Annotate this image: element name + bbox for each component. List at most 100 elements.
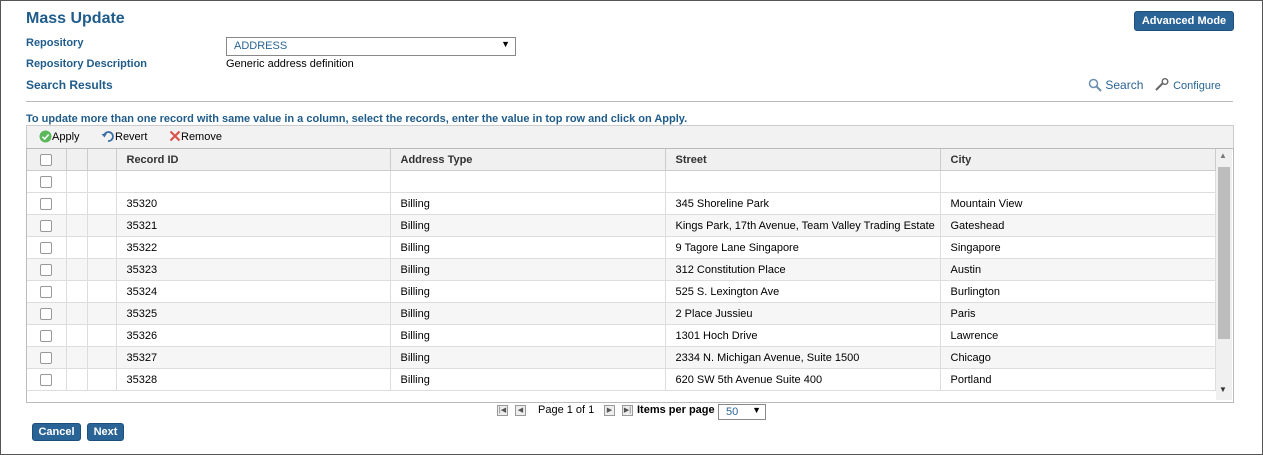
bulk-edit-cell[interactable] bbox=[390, 170, 666, 193]
city-cell[interactable]: Chicago bbox=[940, 346, 1216, 369]
city-cell[interactable]: Austin bbox=[940, 258, 1216, 281]
column-header-address-type[interactable]: Address Type bbox=[390, 149, 666, 171]
next-button[interactable]: Next bbox=[87, 423, 124, 441]
last-page-icon[interactable]: ▶| bbox=[622, 405, 633, 416]
street-cell[interactable]: 525 S. Lexington Ave bbox=[665, 280, 941, 303]
search-link[interactable]: Search bbox=[1088, 78, 1143, 92]
advanced-mode-button[interactable]: Advanced Mode bbox=[1134, 11, 1234, 31]
record-id-cell[interactable]: 35324 bbox=[116, 280, 391, 303]
chevron-down-icon: ▼ bbox=[501, 39, 510, 49]
record-id-cell[interactable]: 35320 bbox=[116, 192, 391, 215]
table-row[interactable]: 35325 Billing 2 Place Jussieu Paris bbox=[27, 302, 1216, 325]
column-header-street[interactable]: Street bbox=[665, 149, 941, 171]
row-checkbox[interactable] bbox=[40, 329, 53, 342]
repository-description-label: Repository Description bbox=[26, 58, 148, 70]
record-id-cell[interactable]: 35328 bbox=[116, 368, 391, 391]
table-row[interactable]: 35323 Billing 312 Constitution Place Austin bbox=[27, 258, 1216, 281]
address-type-cell[interactable]: Billing bbox=[390, 280, 666, 303]
street-cell[interactable]: 345 Shoreline Park bbox=[665, 192, 941, 215]
scroll-down-icon[interactable]: ▼ bbox=[1219, 385, 1227, 394]
items-per-page-select[interactable]: 50 ▼ bbox=[718, 404, 766, 420]
record-id-cell[interactable]: 35323 bbox=[116, 258, 391, 281]
repository-description-value: Generic address definition bbox=[226, 58, 354, 70]
search-results-title: Search Results bbox=[26, 78, 113, 92]
city-cell[interactable]: Portland bbox=[940, 368, 1216, 391]
table-row[interactable]: 35327 Billing 2334 N. Michigan Avenue, Sui… bbox=[27, 346, 1216, 369]
city-cell[interactable]: Singapore bbox=[940, 236, 1216, 259]
table-row[interactable]: 35326 Billing 1301 Hoch Drive Lawrence bbox=[27, 324, 1216, 347]
city-cell[interactable]: Gateshead bbox=[940, 214, 1216, 237]
instruction-text: To update more than one record with same… bbox=[26, 113, 688, 125]
select-all-cell bbox=[27, 149, 67, 171]
street-cell[interactable]: 2334 N. Michigan Avenue, Suite 1500 bbox=[665, 346, 941, 369]
address-type-cell[interactable]: Billing bbox=[390, 368, 666, 391]
record-id-cell[interactable]: 35321 bbox=[116, 214, 391, 237]
configure-label: Configure bbox=[1173, 80, 1221, 92]
prev-page-icon[interactable]: ◀ bbox=[515, 405, 526, 416]
scrollbar-thumb[interactable] bbox=[1218, 167, 1230, 339]
repository-select[interactable]: ADDRESS ▼ bbox=[226, 37, 516, 56]
record-id-cell[interactable]: 35325 bbox=[116, 302, 391, 325]
bulk-edit-cell[interactable] bbox=[665, 170, 941, 193]
address-type-cell[interactable]: Billing bbox=[390, 324, 666, 347]
repository-label: Repository bbox=[26, 37, 84, 49]
row-checkbox[interactable] bbox=[40, 285, 53, 298]
street-cell[interactable]: 1301 Hoch Drive bbox=[665, 324, 941, 347]
column-header-record-id[interactable]: Record ID bbox=[116, 149, 391, 171]
address-type-cell[interactable]: Billing bbox=[390, 346, 666, 369]
table-row[interactable]: 35320 Billing 345 Shoreline Park Mountain V… bbox=[27, 192, 1216, 215]
first-page-icon[interactable]: |◀ bbox=[497, 405, 508, 416]
row-checkbox[interactable] bbox=[40, 373, 53, 386]
results-grid: Record ID Address Type Street City 35320… bbox=[26, 148, 1234, 403]
remove-label: Remove bbox=[181, 131, 222, 143]
remove-icon bbox=[169, 130, 181, 142]
remove-button[interactable]: Remove bbox=[169, 130, 222, 143]
address-type-cell[interactable]: Billing bbox=[390, 258, 666, 281]
select-all-checkbox[interactable] bbox=[40, 153, 53, 166]
bulk-edit-cell[interactable] bbox=[940, 170, 1216, 193]
cancel-button[interactable]: Cancel bbox=[32, 423, 81, 441]
record-id-cell[interactable]: 35327 bbox=[116, 346, 391, 369]
table-row[interactable]: 35321 Billing Kings Park, 17th Avenue, Tea… bbox=[27, 214, 1216, 237]
street-cell[interactable]: 312 Constitution Place bbox=[665, 258, 941, 281]
city-cell[interactable]: Paris bbox=[940, 302, 1216, 325]
revert-button[interactable]: Revert bbox=[101, 130, 147, 143]
apply-button[interactable]: Apply bbox=[39, 130, 80, 143]
bulk-edit-row bbox=[27, 170, 1216, 193]
city-cell[interactable]: Burlington bbox=[940, 280, 1216, 303]
revert-label: Revert bbox=[115, 131, 148, 143]
row-checkbox[interactable] bbox=[40, 241, 53, 254]
street-cell[interactable]: 9 Tagore Lane Singapore bbox=[665, 236, 941, 259]
row-checkbox[interactable] bbox=[40, 307, 53, 320]
wrench-icon bbox=[1155, 78, 1169, 91]
row-checkbox[interactable] bbox=[40, 197, 53, 210]
address-type-cell[interactable]: Billing bbox=[390, 214, 666, 237]
page-text: Page 1 of 1 bbox=[538, 404, 595, 416]
address-type-cell[interactable]: Billing bbox=[390, 192, 666, 215]
record-id-cell[interactable]: 35322 bbox=[116, 236, 391, 259]
city-cell[interactable]: Mountain View bbox=[940, 192, 1216, 215]
grid-scrollbar[interactable]: ▲ ▼ bbox=[1216, 149, 1232, 400]
next-page-icon[interactable]: ▶ bbox=[604, 405, 615, 416]
results-table: Record ID Address Type Street City 35320… bbox=[27, 149, 1216, 391]
address-type-cell[interactable]: Billing bbox=[390, 302, 666, 325]
scroll-up-icon[interactable]: ▲ bbox=[1219, 151, 1227, 160]
column-header-city[interactable]: City bbox=[940, 149, 1216, 171]
city-cell[interactable]: Lawrence bbox=[940, 324, 1216, 347]
undo-icon bbox=[101, 131, 114, 142]
row-checkbox[interactable] bbox=[40, 175, 53, 188]
configure-link[interactable]: Configure bbox=[1154, 78, 1221, 92]
street-cell[interactable]: 2 Place Jussieu bbox=[665, 302, 941, 325]
row-checkbox[interactable] bbox=[40, 219, 53, 232]
table-row[interactable]: 35322 Billing 9 Tagore Lane Singapore Singa… bbox=[27, 236, 1216, 259]
table-row[interactable]: 35328 Billing 620 SW 5th Avenue Suite 400 P… bbox=[27, 368, 1216, 391]
record-id-cell[interactable]: 35326 bbox=[116, 324, 391, 347]
street-cell[interactable]: 620 SW 5th Avenue Suite 400 bbox=[665, 368, 941, 391]
table-row[interactable]: 35324 Billing 525 S. Lexington Ave Burlingt… bbox=[27, 280, 1216, 303]
street-cell[interactable]: Kings Park, 17th Avenue, Team Valley Tra… bbox=[665, 214, 941, 237]
bulk-edit-cell[interactable] bbox=[116, 170, 391, 193]
row-checkbox[interactable] bbox=[40, 351, 53, 364]
items-per-page-label: Items per page bbox=[637, 404, 715, 416]
row-checkbox[interactable] bbox=[40, 263, 53, 276]
address-type-cell[interactable]: Billing bbox=[390, 236, 666, 259]
